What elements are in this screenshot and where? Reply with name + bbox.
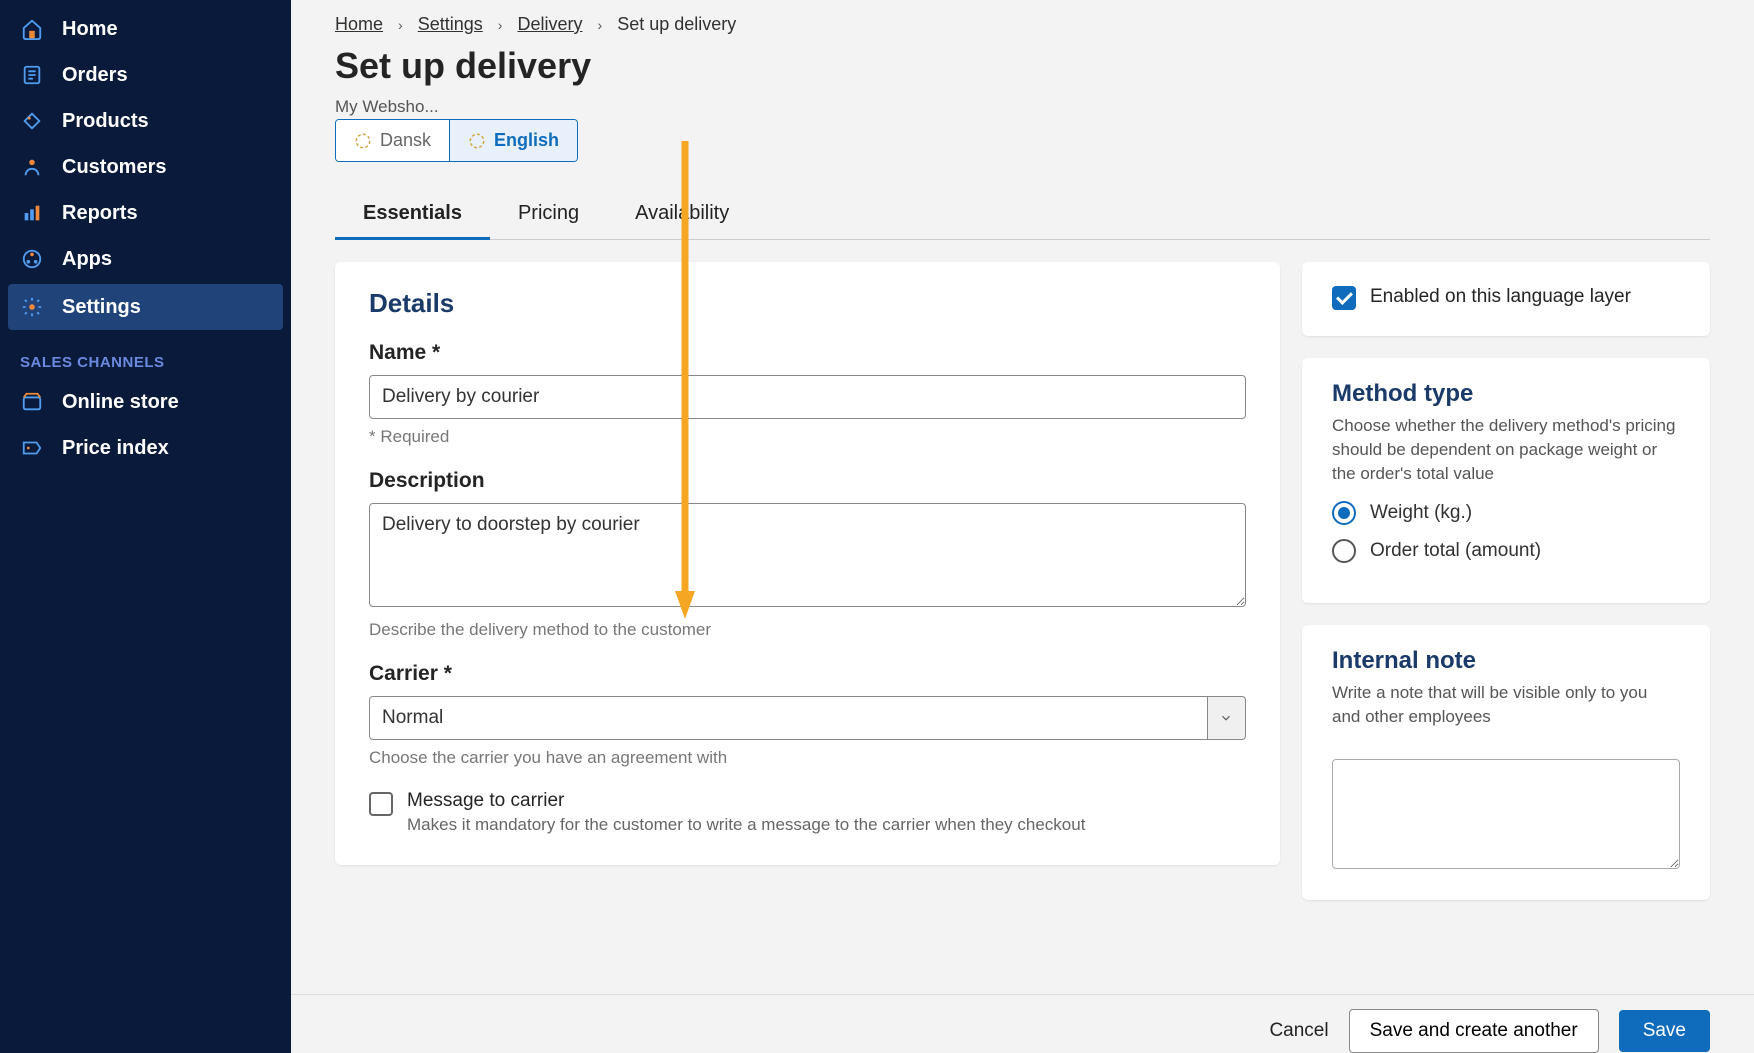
description-hint: Describe the delivery method to the cust… xyxy=(369,620,1246,640)
name-hint: * Required xyxy=(369,427,1246,447)
sidebar-item-apps[interactable]: Apps xyxy=(0,236,291,282)
method-radio-weight[interactable]: Weight (kg.) xyxy=(1332,501,1680,525)
sidebar-item-label: Products xyxy=(62,110,149,133)
sidebar-item-home[interactable]: Home xyxy=(0,6,291,52)
sidebar-item-reports[interactable]: Reports xyxy=(0,190,291,236)
sidebar-item-products[interactable]: Products xyxy=(0,98,291,144)
sidebar-item-price-index[interactable]: Price index xyxy=(0,425,291,471)
radio-label: Weight (kg.) xyxy=(1370,502,1472,524)
subtab-pricing[interactable]: Pricing xyxy=(490,190,607,239)
method-type-desc: Choose whether the delivery method's pri… xyxy=(1332,414,1680,485)
sidebar-item-orders[interactable]: Orders xyxy=(0,52,291,98)
lang-tab-label: English xyxy=(494,130,559,151)
description-input[interactable] xyxy=(369,503,1246,607)
language-tabs: Dansk English xyxy=(335,119,578,162)
page-title: Set up delivery xyxy=(335,45,1710,87)
shop-name: My Websho... xyxy=(335,97,1710,117)
lang-tab-english[interactable]: English xyxy=(449,120,577,161)
customers-icon xyxy=(20,155,44,179)
subtab-essentials[interactable]: Essentials xyxy=(335,190,490,240)
internal-note-input[interactable] xyxy=(1332,759,1680,869)
breadcrumb-item-home[interactable]: Home xyxy=(335,14,383,34)
lang-tab-dansk[interactable]: Dansk xyxy=(336,120,449,161)
enabled-card: Enabled on this language layer xyxy=(1302,262,1710,336)
sidebar-item-online-store[interactable]: Online store xyxy=(0,379,291,425)
chevron-right-icon: › xyxy=(398,17,403,33)
breadcrumb-item-current: Set up delivery xyxy=(617,14,736,34)
radio-icon xyxy=(1332,539,1356,563)
sidebar-item-label: Customers xyxy=(62,156,166,179)
message-to-carrier-desc: Makes it mandatory for the customer to w… xyxy=(407,815,1085,835)
sidebar-item-label: Settings xyxy=(62,296,141,319)
sidebar-item-label: Apps xyxy=(62,248,112,271)
method-type-title: Method type xyxy=(1332,380,1680,408)
chevron-down-icon xyxy=(1219,711,1233,725)
products-icon xyxy=(20,109,44,133)
details-card: Details Name * * Required Description De… xyxy=(335,262,1280,865)
sidebar-item-label: Reports xyxy=(62,202,138,225)
sidebar-item-customers[interactable]: Customers xyxy=(0,144,291,190)
breadcrumb-item-delivery[interactable]: Delivery xyxy=(517,14,582,34)
internal-note-card: Internal note Write a note that will be … xyxy=(1302,625,1710,900)
save-and-create-another-button[interactable]: Save and create another xyxy=(1349,1009,1599,1053)
subtabs: Essentials Pricing Availability xyxy=(335,190,1710,240)
method-radio-order-total[interactable]: Order total (amount) xyxy=(1332,539,1680,563)
chevron-right-icon: › xyxy=(498,17,503,33)
settings-icon xyxy=(20,295,44,319)
language-icon xyxy=(468,132,486,150)
carrier-hint: Choose the carrier you have an agreement… xyxy=(369,748,1246,768)
description-field-label: Description xyxy=(369,469,1246,493)
details-heading: Details xyxy=(369,288,1246,319)
sidebar-item-label: Orders xyxy=(62,64,128,87)
apps-icon xyxy=(20,247,44,271)
chevron-right-icon: › xyxy=(598,17,603,33)
home-icon xyxy=(20,17,44,41)
sidebar-item-label: Online store xyxy=(62,391,179,414)
message-to-carrier-checkbox[interactable] xyxy=(369,792,393,816)
cancel-button[interactable]: Cancel xyxy=(1269,1020,1328,1042)
sidebar-item-settings[interactable]: Settings xyxy=(8,284,283,330)
language-icon xyxy=(354,132,372,150)
footer-actions: Cancel Save and create another Save xyxy=(291,994,1754,1053)
carrier-field-label: Carrier * xyxy=(369,662,1246,686)
enabled-checkbox[interactable] xyxy=(1332,286,1356,310)
name-input[interactable] xyxy=(369,375,1246,419)
save-button[interactable]: Save xyxy=(1619,1010,1710,1052)
sidebar-item-label: Home xyxy=(62,18,118,41)
method-type-card: Method type Choose whether the delivery … xyxy=(1302,358,1710,603)
breadcrumb-item-settings[interactable]: Settings xyxy=(418,14,483,34)
message-to-carrier-label: Message to carrier xyxy=(407,790,1085,812)
carrier-select[interactable] xyxy=(369,696,1208,740)
carrier-dropdown-button[interactable] xyxy=(1208,696,1246,740)
radio-label: Order total (amount) xyxy=(1370,540,1541,562)
internal-note-title: Internal note xyxy=(1332,647,1680,675)
orders-icon xyxy=(20,63,44,87)
lang-tab-label: Dansk xyxy=(380,130,431,151)
internal-note-desc: Write a note that will be visible only t… xyxy=(1332,681,1680,729)
subtab-availability[interactable]: Availability xyxy=(607,190,757,239)
sidebar-section-header: SALES CHANNELS xyxy=(0,332,291,379)
reports-icon xyxy=(20,201,44,225)
price-index-icon xyxy=(20,436,44,460)
name-field-label: Name * xyxy=(369,341,1246,365)
enabled-label: Enabled on this language layer xyxy=(1370,286,1631,308)
sidebar-item-label: Price index xyxy=(62,437,169,460)
breadcrumb: Home › Settings › Delivery › Set up deli… xyxy=(335,14,1710,35)
online-store-icon xyxy=(20,390,44,414)
radio-icon xyxy=(1332,501,1356,525)
